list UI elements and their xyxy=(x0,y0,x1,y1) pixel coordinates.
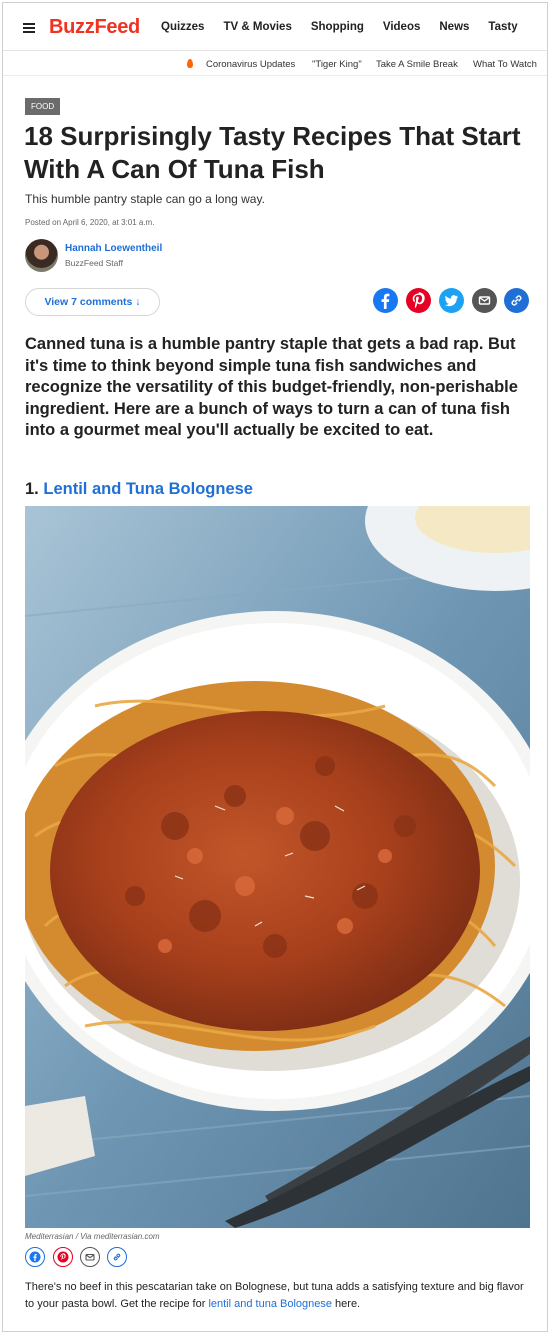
copy-link-small[interactable] xyxy=(107,1247,127,1267)
twitter-share-button[interactable] xyxy=(439,288,464,313)
page-frame: BuzzFeed Quizzes TV & Movies Shopping Vi… xyxy=(2,2,548,1332)
item-title-link[interactable]: Lentil and Tuna Bolognese xyxy=(43,480,253,498)
nav-quizzes[interactable]: Quizzes xyxy=(161,21,204,33)
article-intro: Canned tuna is a humble pantry staple th… xyxy=(25,335,518,439)
nav-tv-movies[interactable]: TV & Movies xyxy=(223,21,291,33)
nav-shopping[interactable]: Shopping xyxy=(311,21,364,33)
pinterest-icon xyxy=(412,292,425,309)
copy-link-button[interactable] xyxy=(504,288,529,313)
trending-link-what-to-watch[interactable]: What To Watch xyxy=(473,59,537,70)
menu-icon[interactable] xyxy=(23,23,35,33)
item-number: 1. xyxy=(25,480,39,498)
main-nav: Quizzes TV & Movies Shopping Videos News… xyxy=(161,21,537,33)
article-title: 18 Surprisingly Tasty Recipes That Start… xyxy=(24,121,521,184)
pinterest-share-small[interactable] xyxy=(53,1247,73,1267)
nav-news[interactable]: News xyxy=(439,21,469,33)
nav-tasty[interactable]: Tasty xyxy=(488,21,517,33)
article-dek: This humble pantry staple can go a long … xyxy=(25,192,265,206)
trending-link-smile-break[interactable]: Take A Smile Break xyxy=(376,59,458,70)
facebook-share-small[interactable] xyxy=(25,1247,45,1267)
item-description-end: here. xyxy=(331,1298,361,1310)
trending-bar: Coronavirus Updates "Tiger King" Take A … xyxy=(3,52,547,76)
pasta-illustration xyxy=(25,506,530,1228)
item-heading: 1. Lentil and Tuna Bolognese xyxy=(25,480,253,499)
author-role: BuzzFeed Staff xyxy=(65,258,123,268)
trending-link-coronavirus[interactable]: Coronavirus Updates xyxy=(206,59,295,70)
twitter-icon xyxy=(445,295,459,307)
email-icon xyxy=(85,1253,95,1261)
buzzfeed-logo[interactable]: BuzzFeed xyxy=(49,16,140,39)
pinterest-share-button[interactable] xyxy=(406,288,431,313)
trending-link-tiger-king[interactable]: "Tiger King" xyxy=(312,59,362,70)
nav-videos[interactable]: Videos xyxy=(383,21,421,33)
posted-timestamp: Posted on April 6, 2020, at 3:01 a.m. xyxy=(25,218,155,227)
recipe-link[interactable]: lentil and tuna Bolognese xyxy=(208,1298,332,1310)
author-avatar[interactable] xyxy=(25,239,58,272)
pinterest-icon xyxy=(57,1251,69,1263)
top-nav: BuzzFeed Quizzes TV & Movies Shopping Vi… xyxy=(3,3,547,51)
fire-icon xyxy=(187,59,193,68)
facebook-icon xyxy=(381,293,390,309)
photo-credit[interactable]: Mediterrasian / Via mediterrasian.com xyxy=(25,1232,160,1241)
view-comments-button[interactable]: View 7 comments ↓ xyxy=(25,288,160,316)
author-name[interactable]: Hannah Loewentheil xyxy=(65,243,162,254)
email-share-small[interactable] xyxy=(80,1247,100,1267)
recipe-photo[interactable] xyxy=(25,506,530,1228)
facebook-icon xyxy=(29,1251,41,1263)
email-icon xyxy=(478,296,491,305)
link-icon xyxy=(511,295,522,306)
facebook-share-button[interactable] xyxy=(373,288,398,313)
item-description: There's no beef in this pescatarian take… xyxy=(25,1279,530,1313)
link-icon xyxy=(113,1253,121,1261)
category-badge[interactable]: FOOD xyxy=(25,98,61,115)
email-share-button[interactable] xyxy=(472,288,497,313)
